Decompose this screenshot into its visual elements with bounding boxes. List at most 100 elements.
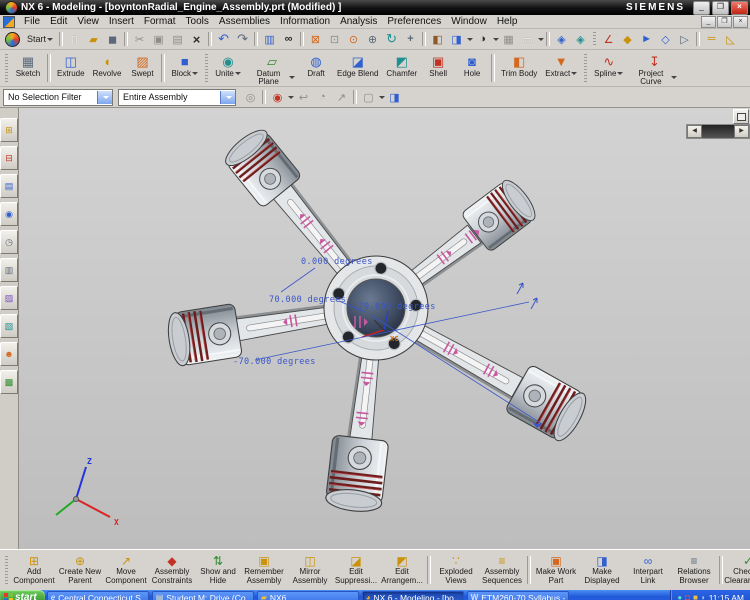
measure-angle-icon[interactable]: ◺: [721, 30, 740, 48]
part-navigator-tab[interactable]: ▤: [0, 174, 18, 198]
sketch-button[interactable]: ▦Sketch: [11, 52, 45, 84]
roles-tab[interactable]: ☻: [0, 342, 18, 366]
edit-suppression-button[interactable]: ◪Edit Suppressi...: [333, 552, 379, 588]
selection-filter-dropdown[interactable]: No Selection Filter: [3, 89, 113, 106]
datum-plane-dropdown-icon[interactable]: [289, 76, 295, 79]
open-folder-icon[interactable]: ▰: [84, 30, 103, 48]
delete-icon[interactable]: ×: [187, 30, 206, 48]
visualization-tab[interactable]: ▧: [0, 314, 18, 338]
shaded-view-icon[interactable]: ◧: [428, 30, 447, 48]
taskbar-item-nx[interactable]: ◕NX 6 - Modeling - [bo...: [362, 591, 464, 600]
extrude-button[interactable]: ◫Extrude: [53, 52, 89, 84]
hole-button[interactable]: ◙Hole: [455, 52, 489, 84]
menu-edit[interactable]: Edit: [45, 16, 72, 27]
rotate-view-icon[interactable]: ↻: [382, 30, 401, 48]
mirror-assembly-button[interactable]: ◫Mirror Assembly: [287, 552, 333, 588]
chamfer-button[interactable]: ◩Chamfer: [382, 52, 421, 84]
touch-constraint-icon[interactable]: ◆: [618, 30, 637, 48]
delay-selection-icon[interactable]: ◔: [313, 88, 332, 106]
find-icon[interactable]: ∞: [279, 30, 298, 48]
select-constraint-icon[interactable]: ▷: [675, 30, 694, 48]
notebook-tab[interactable]: ▥: [0, 258, 18, 282]
wcs-dynamics-icon[interactable]: ∠: [599, 30, 618, 48]
draft-button[interactable]: ◍Draft: [299, 52, 333, 84]
undo-selection-icon[interactable]: ↩: [294, 88, 313, 106]
create-new-parent-button[interactable]: ⊕Create New Parent: [57, 552, 103, 588]
taskbar-item-word[interactable]: WETM260-70 Syllabus -...: [467, 591, 569, 600]
exploded-views-button[interactable]: ∵Exploded Views: [433, 552, 479, 588]
menu-tools[interactable]: Tools: [181, 16, 214, 27]
block-button[interactable]: ■Block: [167, 52, 202, 84]
rectangle-select-icon[interactable]: ▢: [359, 88, 378, 106]
unite-button[interactable]: ◉Unite: [211, 52, 245, 84]
scrollbar-track[interactable]: [702, 125, 734, 138]
show-and-hide-button[interactable]: ⇅Show and Hide: [195, 552, 241, 588]
menu-window[interactable]: Window: [446, 16, 492, 27]
menu-assemblies[interactable]: Assemblies: [214, 16, 275, 27]
paste-icon[interactable]: ▤: [168, 30, 187, 48]
snapshot-icon[interactable]: ▦: [499, 30, 518, 48]
maximize-view-button[interactable]: [733, 109, 749, 124]
constraint-navigator-tab[interactable]: ⊟: [0, 146, 18, 170]
measure-distance-icon[interactable]: ═: [702, 30, 721, 48]
check-clearances-button[interactable]: ✓Check Clearances: [725, 552, 750, 588]
save-icon[interactable]: ◼: [103, 30, 122, 48]
copy-icon[interactable]: ▣: [149, 30, 168, 48]
horizontal-scrollbar[interactable]: ◀ ▶: [686, 124, 750, 139]
menu-help[interactable]: Help: [492, 16, 523, 27]
zoom-in-out-icon[interactable]: ⊕: [363, 30, 382, 48]
restore-button[interactable]: ❐: [712, 1, 729, 15]
mdi-close-button[interactable]: ×: [733, 16, 748, 28]
move-component-button[interactable]: ↗Move Component: [103, 552, 149, 588]
project-curve-dropdown-icon[interactable]: [671, 76, 677, 79]
extract-dropdown-icon[interactable]: [571, 72, 577, 75]
menu-analysis[interactable]: Analysis: [335, 16, 382, 27]
edit-arrangement-button[interactable]: ◩Edit Arrangem...: [379, 552, 425, 588]
make-work-part-button[interactable]: ▣Make Work Part: [533, 552, 579, 588]
history-tab[interactable]: ◷: [0, 230, 18, 254]
make-displayed-button[interactable]: ◨Make Displayed: [579, 552, 625, 588]
swept-button[interactable]: ▨Swept: [125, 52, 159, 84]
mdi-minimize-button[interactable]: _: [701, 16, 716, 28]
interpart-link-button[interactable]: ∞Interpart Link: [625, 552, 671, 588]
engine-arm[interactable]: [325, 341, 400, 514]
selection-filter-arrow-icon[interactable]: [97, 91, 112, 104]
menu-preferences[interactable]: Preferences: [382, 16, 446, 27]
tray-icon-4[interactable]: ◗: [701, 593, 706, 600]
relations-browser-button[interactable]: ≡Relations Browser: [671, 552, 717, 588]
block-dropdown-icon[interactable]: [192, 72, 198, 75]
revolve-button[interactable]: ◖Revolve: [89, 52, 126, 84]
unite-dropdown-icon[interactable]: [235, 72, 241, 75]
palette-tab[interactable]: ▨: [0, 286, 18, 310]
undo-icon[interactable]: ↶: [214, 30, 233, 48]
orient-view-icon[interactable]: ◈: [552, 30, 571, 48]
minimize-button[interactable]: _: [693, 1, 710, 15]
zoom-extents-icon[interactable]: ⊡: [325, 30, 344, 48]
start-menu-button[interactable]: Start: [23, 30, 57, 48]
view-background-icon[interactable]: ▭: [518, 30, 537, 48]
selection-scope-dropdown[interactable]: Entire Assembly: [118, 89, 236, 106]
close-button[interactable]: ×: [731, 1, 748, 15]
assembly-navigator-tab[interactable]: ⊞: [0, 118, 18, 142]
tray-icon-2[interactable]: ◘: [685, 593, 690, 600]
remember-assembly-button[interactable]: ▣Remember Assembly: [241, 552, 287, 588]
angle-annotation[interactable]: -70.000 degrees: [353, 302, 436, 312]
spline-dropdown-icon[interactable]: [617, 72, 623, 75]
tray-icon-3[interactable]: ■: [693, 593, 698, 600]
menu-information[interactable]: Information: [275, 16, 335, 27]
select-from-list-icon[interactable]: ↗: [332, 88, 351, 106]
fit-view-icon[interactable]: ⊠: [306, 30, 325, 48]
materials-tab[interactable]: ▩: [0, 370, 18, 394]
scroll-left-icon[interactable]: ◀: [687, 125, 702, 138]
edge-blend-button[interactable]: ◪Edge Blend: [333, 52, 382, 84]
menu-format[interactable]: Format: [139, 16, 181, 27]
new-file-icon[interactable]: ▯: [65, 30, 84, 48]
project-curve-button[interactable]: ↧Project Curve: [627, 52, 681, 84]
datum-plane-button[interactable]: ▱Datum Plane: [245, 52, 299, 84]
mdi-restore-button[interactable]: ❐: [717, 16, 732, 28]
taskbar-item-folder[interactable]: ▰NX6: [257, 591, 359, 600]
pan-view-icon[interactable]: +: [401, 30, 420, 48]
assembly-sequences-button[interactable]: ≡Assembly Sequences: [479, 552, 525, 588]
menu-view[interactable]: View: [72, 16, 104, 27]
taskbar-item-drive[interactable]: ▤Student M: Drive (Co...: [152, 591, 254, 600]
